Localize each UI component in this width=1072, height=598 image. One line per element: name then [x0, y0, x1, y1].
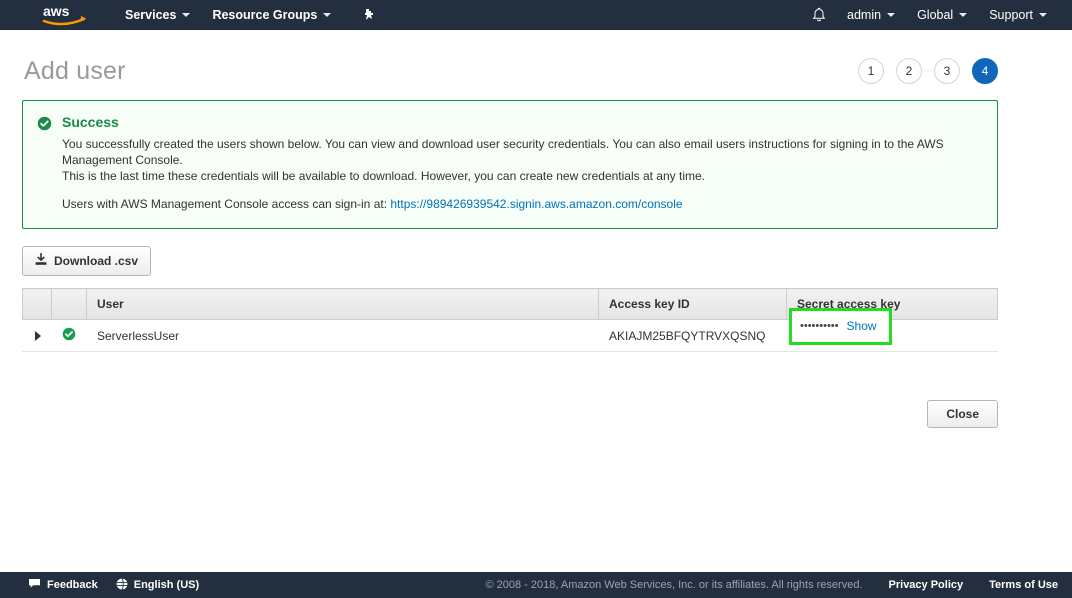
success-alert: Success You successfully created the use…	[22, 100, 998, 229]
row-status-cell	[52, 320, 87, 352]
copyright-text: © 2008 - 2018, Amazon Web Services, Inc.…	[486, 579, 863, 591]
terms-of-use-link[interactable]: Terms of Use	[989, 579, 1058, 591]
aws-logo[interactable]: aws	[38, 0, 92, 30]
credentials-table: User Access key ID Secret access key	[22, 288, 998, 352]
speech-bubble-icon	[28, 578, 41, 592]
download-csv-label: Download .csv	[54, 254, 138, 268]
table-row[interactable]: ServerlessUser AKIAJM25BFQYTRVXQSNQ ••••…	[23, 320, 998, 352]
top-navbar: aws Services Resource Groups ad	[0, 0, 1072, 30]
nav-item-account-label: admin	[847, 0, 881, 30]
pin-icon[interactable]	[358, 0, 380, 30]
show-secret-key-link[interactable]: Show	[847, 319, 877, 333]
nav-item-services[interactable]: Services	[114, 0, 201, 30]
page-header: Add user 1 2 3 4	[0, 30, 1072, 92]
globe-icon	[116, 578, 128, 593]
page-footer: Feedback English (US) © 2008 - 2018, Ama…	[0, 572, 1072, 598]
nav-item-support[interactable]: Support	[978, 0, 1058, 30]
secret-key-masked-value: ••••••••••	[800, 320, 839, 332]
chevron-down-icon	[959, 13, 967, 17]
chevron-down-icon	[887, 13, 895, 17]
language-label: English (US)	[134, 579, 199, 591]
language-selector[interactable]: English (US)	[116, 578, 199, 593]
step-4[interactable]: 4	[972, 58, 998, 84]
row-expander-cell[interactable]	[23, 320, 52, 352]
navbar-right-group: admin Global Support	[802, 0, 1058, 30]
step-indicator: 1 2 3 4	[858, 58, 1048, 84]
row-user-cell: ServerlessUser	[87, 320, 599, 352]
row-access-key-id-cell: AKIAJM25BFQYTRVXQSNQ	[599, 320, 787, 352]
feedback-label: Feedback	[47, 579, 98, 591]
form-actions: Close	[22, 400, 998, 428]
footer-right-group: © 2008 - 2018, Amazon Web Services, Inc.…	[486, 579, 1058, 591]
success-alert-line-2: This is the last time these credentials …	[62, 168, 983, 184]
footer-left-group: Feedback English (US)	[28, 578, 199, 593]
step-3[interactable]: 3	[934, 58, 960, 84]
step-2[interactable]: 2	[896, 58, 922, 84]
step-1[interactable]: 1	[858, 58, 884, 84]
signin-url-prefix: Users with AWS Management Console access…	[62, 197, 387, 211]
nav-item-services-label: Services	[125, 0, 176, 30]
column-status	[52, 289, 87, 320]
column-expander	[23, 289, 52, 320]
nav-item-support-label: Support	[989, 0, 1033, 30]
download-icon	[35, 253, 47, 269]
main-content: Success You successfully created the use…	[0, 92, 1072, 428]
svg-text:aws: aws	[43, 3, 70, 19]
feedback-button[interactable]: Feedback	[28, 578, 98, 592]
success-check-icon	[37, 114, 52, 212]
success-alert-line-1: You successfully created the users shown…	[62, 136, 983, 168]
page-title: Add user	[24, 57, 126, 86]
status-success-icon	[62, 330, 76, 344]
credentials-table-body: ServerlessUser AKIAJM25BFQYTRVXQSNQ ••••…	[23, 320, 998, 352]
bell-icon[interactable]	[802, 0, 836, 30]
chevron-down-icon	[323, 13, 331, 17]
row-secret-access-key-cell: •••••••••• Show	[787, 320, 998, 352]
navbar-left-group: aws Services Resource Groups	[0, 0, 380, 30]
expand-triangle-icon[interactable]	[35, 331, 41, 341]
close-button[interactable]: Close	[927, 400, 998, 428]
success-alert-body: Success You successfully created the use…	[62, 114, 983, 212]
nav-item-region-label: Global	[917, 0, 953, 30]
table-toolbar: Download .csv	[22, 246, 998, 276]
column-user: User	[87, 289, 599, 320]
column-access-key-id: Access key ID	[599, 289, 787, 320]
nav-item-resource-groups[interactable]: Resource Groups	[201, 0, 342, 30]
signin-url-row: Users with AWS Management Console access…	[62, 196, 983, 212]
secret-key-highlight-box: •••••••••• Show	[789, 308, 892, 345]
chevron-down-icon	[182, 13, 190, 17]
nav-item-resource-groups-label: Resource Groups	[212, 0, 317, 30]
nav-item-region[interactable]: Global	[906, 0, 978, 30]
nav-item-account[interactable]: admin	[836, 0, 906, 30]
signin-url-link[interactable]: https://989426939542.signin.aws.amazon.c…	[390, 197, 682, 211]
privacy-policy-link[interactable]: Privacy Policy	[889, 579, 964, 591]
chevron-down-icon	[1039, 13, 1047, 17]
success-alert-title: Success	[62, 114, 983, 130]
download-csv-button[interactable]: Download .csv	[22, 246, 151, 276]
